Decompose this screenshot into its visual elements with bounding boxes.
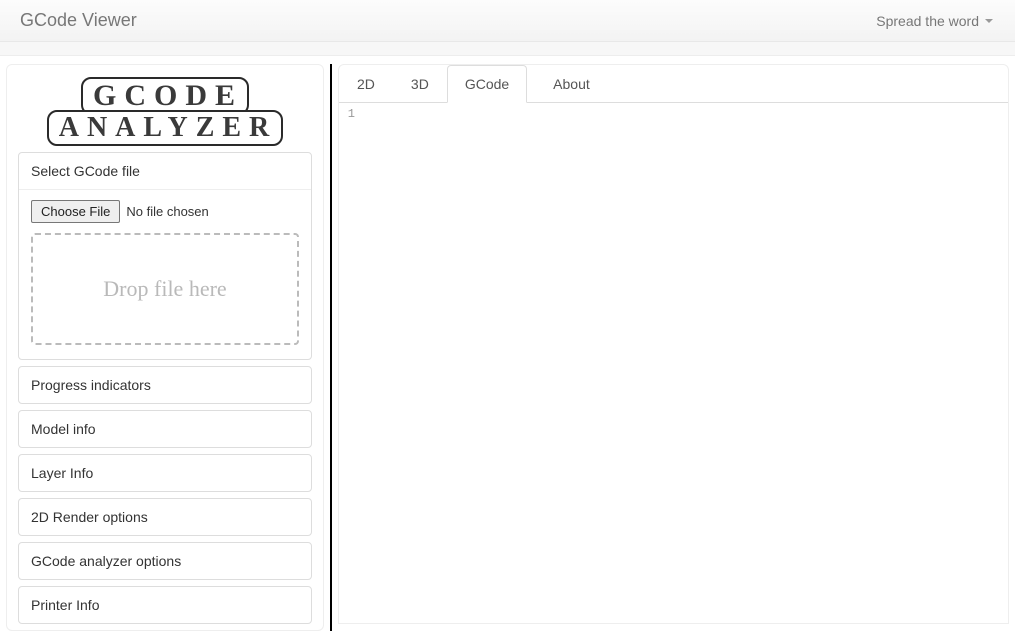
app-title: GCode Viewer: [20, 10, 137, 31]
panel-layer-info: Layer Info: [18, 454, 312, 492]
editor-line-gutter: 1: [339, 103, 359, 623]
panel-heading-2d[interactable]: 2D Render options: [19, 499, 311, 535]
tab-about[interactable]: About: [535, 65, 608, 103]
spread-the-word-label: Spread the word: [876, 13, 979, 29]
logo: GCODE ANALYZER: [18, 77, 312, 146]
file-status-text: No file chosen: [126, 204, 208, 219]
panel-heading-analyzer[interactable]: GCode analyzer options: [19, 543, 311, 579]
sidebar: GCODE ANALYZER Select GCode file Choose …: [6, 64, 324, 631]
panel-gcode-analyzer-options: GCode analyzer options: [18, 542, 312, 580]
chevron-down-icon: [985, 19, 993, 23]
panel-heading-progress[interactable]: Progress indicators: [19, 367, 311, 403]
spread-the-word-menu[interactable]: Spread the word: [876, 13, 993, 29]
file-select-body: Choose File No file chosen Drop file her…: [19, 189, 311, 359]
panel-model-info: Model info: [18, 410, 312, 448]
editor-text-area[interactable]: [359, 103, 1008, 623]
file-select-panel: Select GCode file Choose File No file ch…: [18, 152, 312, 360]
logo-line2: ANALYZER: [47, 110, 284, 146]
gcode-editor[interactable]: 1: [339, 103, 1008, 623]
file-dropzone[interactable]: Drop file here: [31, 233, 299, 345]
choose-file-button[interactable]: Choose File: [31, 200, 120, 223]
tab-3d[interactable]: 3D: [393, 65, 447, 103]
vertical-divider: [330, 64, 332, 631]
panel-heading-layer[interactable]: Layer Info: [19, 455, 311, 491]
file-select-heading[interactable]: Select GCode file: [19, 153, 311, 189]
tab-bar: 2D 3D GCode About: [339, 65, 1008, 103]
main-content: 2D 3D GCode About 1: [338, 64, 1009, 624]
panel-2d-render-options: 2D Render options: [18, 498, 312, 536]
panel-heading-printer[interactable]: Printer Info: [19, 587, 311, 623]
line-number: 1: [339, 107, 355, 121]
panel-printer-info: Printer Info: [18, 586, 312, 624]
navbar: GCode Viewer Spread the word: [0, 0, 1015, 42]
tab-gcode[interactable]: GCode: [447, 65, 527, 103]
panel-progress-indicators: Progress indicators: [18, 366, 312, 404]
dropzone-label: Drop file here: [103, 276, 226, 302]
tab-2d[interactable]: 2D: [339, 65, 393, 103]
sub-header-bar: [0, 42, 1015, 56]
panel-heading-model[interactable]: Model info: [19, 411, 311, 447]
